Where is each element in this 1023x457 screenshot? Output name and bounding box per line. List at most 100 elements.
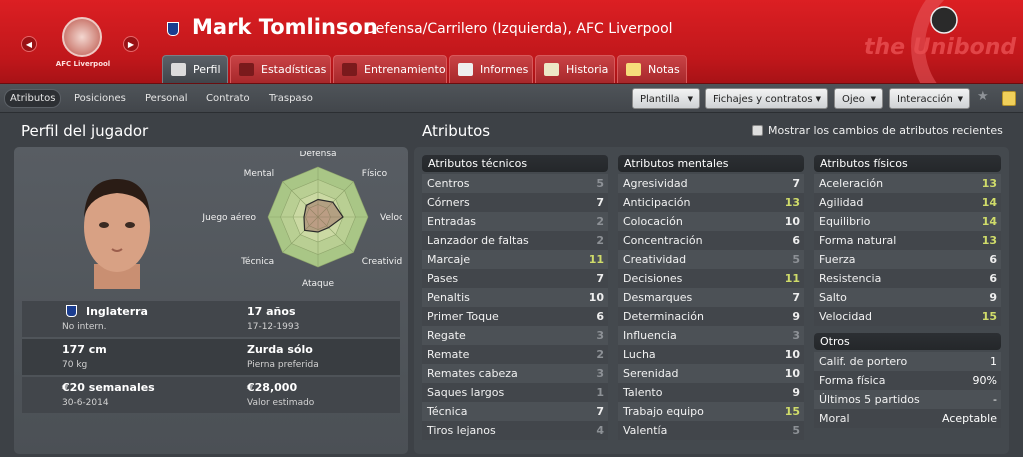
attribute-value: 13 bbox=[981, 234, 997, 247]
attribute-row: Remate 2 bbox=[422, 345, 608, 364]
next-arrow-icon[interactable]: ▶ bbox=[123, 36, 139, 52]
birth-date: 17-12-1993 bbox=[247, 322, 300, 332]
attribute-name: Pases bbox=[427, 272, 459, 285]
contract-end: 30-6-2014 bbox=[62, 398, 109, 408]
height: 177 cm bbox=[62, 343, 107, 356]
nationality: Inglaterra bbox=[86, 305, 148, 318]
attribute-value: 4 bbox=[596, 424, 604, 437]
tab-notas[interactable]: Notas bbox=[617, 55, 687, 83]
attribute-row: Entradas 2 bbox=[422, 212, 608, 231]
subtab-atributos[interactable]: Atributos bbox=[4, 89, 62, 108]
player-profile-panel: Defensa Físico Velocidad Creatividad Ataque T… bbox=[14, 147, 408, 454]
show-changes-label[interactable]: Mostrar los cambios de atributos recient… bbox=[768, 124, 1003, 137]
favourite-star-icon[interactable]: ★ bbox=[977, 89, 989, 104]
tab-label: Informes bbox=[480, 63, 529, 76]
attribute-name: Equilibrio bbox=[819, 215, 871, 228]
attribute-row: Moral Aceptable bbox=[814, 409, 1001, 428]
attribute-row: Velocidad 15 bbox=[814, 307, 1001, 326]
attribute-name: Saques largos bbox=[427, 386, 505, 399]
attribute-value: 5 bbox=[792, 253, 800, 266]
estimated-value: €28,000 bbox=[247, 381, 298, 394]
attribute-row: Concentración 6 bbox=[618, 231, 804, 250]
attribute-row: Saques largos 1 bbox=[422, 383, 608, 402]
tab-perfil[interactable]: Perfil bbox=[162, 55, 228, 83]
attribute-name: Moral bbox=[819, 412, 850, 425]
international-status: No intern. bbox=[62, 322, 107, 332]
attribute-row: Agresividad 7 bbox=[618, 174, 804, 193]
attribute-name: Talento bbox=[623, 386, 663, 399]
player-header: ◀ AFC Liverpool ▶ Mark Tomlinson Defensa… bbox=[0, 0, 1023, 84]
tab-entrenamiento[interactable]: Entrenamiento bbox=[333, 55, 447, 83]
subtab-posiciones[interactable]: Posiciones bbox=[69, 89, 131, 108]
tab-informes[interactable]: Informes bbox=[449, 55, 533, 83]
add-note-icon[interactable] bbox=[1002, 91, 1016, 106]
age: 17 años bbox=[247, 305, 296, 318]
ojeo-menu[interactable]: Ojeo ▼ bbox=[834, 88, 883, 109]
radar-label: Velocidad bbox=[380, 213, 402, 223]
estimated-value-label: Valor estimado bbox=[247, 398, 315, 408]
interaccion-menu[interactable]: Interacción ▼ bbox=[889, 88, 970, 109]
subtab-contrato[interactable]: Contrato bbox=[201, 89, 255, 108]
attribute-value: 6 bbox=[989, 253, 997, 266]
player-name: Mark Tomlinson bbox=[192, 15, 378, 39]
attribute-name: Primer Toque bbox=[427, 310, 499, 323]
mental-attributes-column: Atributos mentales Agresividad 7 Anticipac… bbox=[618, 155, 804, 440]
info-row: Inglaterra No intern. 17 años 17-12-1993 bbox=[22, 301, 400, 337]
attribute-row: Decisiones 11 bbox=[618, 269, 804, 288]
tab-label: Entrenamiento bbox=[364, 63, 446, 76]
preferred-foot: Zurda sólo bbox=[247, 343, 313, 356]
attribute-name: Desmarques bbox=[623, 291, 693, 304]
history-icon bbox=[544, 63, 559, 76]
attribute-value: 11 bbox=[784, 272, 800, 285]
attribute-value: 11 bbox=[588, 253, 604, 266]
attribute-value: 5 bbox=[792, 424, 800, 437]
attribute-value: 9 bbox=[989, 291, 997, 304]
previous-arrow-icon[interactable]: ◀ bbox=[21, 36, 37, 52]
attribute-value: 6 bbox=[989, 272, 997, 285]
attribute-row: Anticipación 13 bbox=[618, 193, 804, 212]
menu-label: Plantilla bbox=[640, 94, 680, 105]
subtab-traspaso[interactable]: Traspaso bbox=[264, 89, 318, 108]
attribute-name: Concentración bbox=[623, 234, 703, 247]
attribute-value: 7 bbox=[792, 177, 800, 190]
attribute-row: Fuerza 6 bbox=[814, 250, 1001, 269]
attribute-name: Forma física bbox=[819, 374, 886, 387]
attribute-name: Valentía bbox=[623, 424, 668, 437]
wage: €20 semanales bbox=[62, 381, 155, 394]
attribute-name: Forma natural bbox=[819, 234, 897, 247]
attribute-row: Córners 7 bbox=[422, 193, 608, 212]
attribute-value: 3 bbox=[596, 367, 604, 380]
attribute-name: Centros bbox=[427, 177, 470, 190]
plantilla-menu[interactable]: Plantilla ▼ bbox=[632, 88, 700, 109]
tab-historia[interactable]: Historia bbox=[535, 55, 615, 83]
mental-attributes-header: Atributos mentales bbox=[618, 155, 804, 172]
attribute-row: Colocación 10 bbox=[618, 212, 804, 231]
profile-card-icon bbox=[171, 63, 186, 76]
bar-chart-icon bbox=[239, 63, 254, 76]
technical-attributes-column: Atributos técnicos Centros 5 Córners 7 Entra… bbox=[422, 155, 608, 440]
club-crest[interactable] bbox=[62, 17, 102, 57]
attributes-title: Atributos bbox=[422, 122, 491, 140]
attribute-row: Salto 9 bbox=[814, 288, 1001, 307]
attribute-row: Valentía 5 bbox=[618, 421, 804, 440]
player-info-grid: Inglaterra No intern. 17 años 17-12-1993… bbox=[22, 301, 400, 415]
attribute-value: 2 bbox=[596, 215, 604, 228]
caret-down-icon: ▼ bbox=[870, 95, 876, 103]
attribute-value: 7 bbox=[596, 272, 604, 285]
radar-label: Creatividad bbox=[362, 257, 402, 267]
attribute-value: 15 bbox=[784, 405, 800, 418]
tab-estadisticas[interactable]: Estadísticas bbox=[230, 55, 331, 83]
attribute-row: Lanzador de faltas 2 bbox=[422, 231, 608, 250]
attribute-name: Decisiones bbox=[623, 272, 683, 285]
show-changes-checkbox[interactable] bbox=[752, 125, 763, 136]
fichajes-menu[interactable]: Fichajes y contratos ▼ bbox=[705, 88, 828, 109]
radar-label: Mental bbox=[244, 169, 275, 179]
attribute-row: Forma natural 13 bbox=[814, 231, 1001, 250]
attribute-name: Aceleración bbox=[819, 177, 884, 190]
attribute-value: 3 bbox=[596, 329, 604, 342]
attribute-row: Aceleración 13 bbox=[814, 174, 1001, 193]
attribute-value: 13 bbox=[981, 177, 997, 190]
attribute-name: Últimos 5 partidos bbox=[819, 393, 920, 406]
attribute-name: Penaltis bbox=[427, 291, 470, 304]
subtab-personal[interactable]: Personal bbox=[140, 89, 193, 108]
